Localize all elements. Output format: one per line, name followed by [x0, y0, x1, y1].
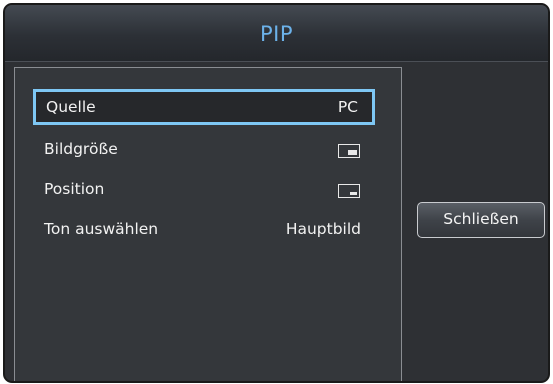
menu-item-value: PC	[337, 98, 358, 116]
menu-item-position[interactable]: Position	[33, 171, 375, 207]
menu-item-label: Quelle	[46, 98, 96, 116]
menu-item-label: Position	[44, 180, 105, 198]
menu-item-label: Bildgröße	[44, 140, 118, 158]
close-button[interactable]: Schließen	[417, 202, 545, 238]
pip-settings-list: Quelle PC Bildgröße Position Ton auswähl…	[14, 67, 402, 381]
pip-dialog: PIP Quelle PC Bildgröße Position Ton aus…	[3, 3, 550, 383]
menu-item-value: Hauptbild	[285, 220, 361, 238]
pip-position-icon	[338, 184, 360, 198]
menu-item-bildgroesse[interactable]: Bildgröße	[33, 131, 375, 167]
menu-item-quelle[interactable]: Quelle PC	[33, 89, 375, 125]
menu-item-ton-auswaehlen[interactable]: Ton auswählen Hauptbild	[33, 211, 375, 247]
title-bar: PIP	[5, 5, 548, 62]
menu-item-label: Ton auswählen	[44, 220, 159, 238]
pip-size-icon	[338, 144, 360, 158]
dialog-title: PIP	[259, 22, 294, 46]
